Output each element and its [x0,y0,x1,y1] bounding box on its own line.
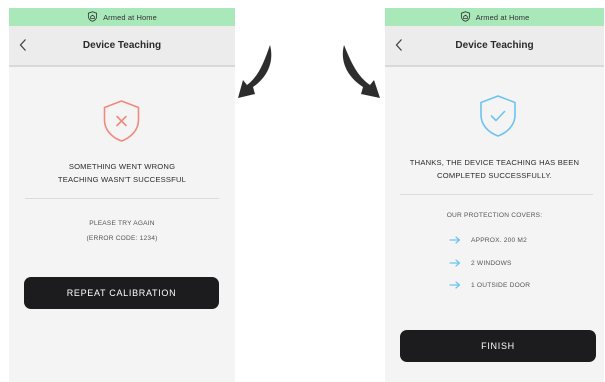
status-bar: Armed at Home [385,8,604,26]
coverage-item-label: APPROX. 200 M2 [471,236,527,244]
repeat-calibration-button[interactable]: REPEAT CALIBRATION [24,277,219,309]
finish-button[interactable]: FINISH [400,330,596,362]
header: Device Teaching [385,26,604,67]
coverage-title: OUR PROTECTION COVERS: [446,212,543,219]
arrow-right-icon [449,281,461,289]
error-message-line1: SOMETHING WENT WRONG [68,162,176,171]
curved-arrow-down-right-icon [338,42,384,102]
divider [400,194,593,195]
coverage-item-label: 1 OUTSIDE DOOR [471,281,531,289]
status-text: Armed at Home [103,12,157,22]
coverage-item: APPROX. 200 M2 [449,235,527,245]
header: Device Teaching [9,26,235,67]
chevron-left-icon[interactable] [394,38,404,52]
home-shield-icon [87,10,103,24]
home-shield-icon [460,10,476,24]
page-title: Device Teaching [455,40,534,51]
error-message-line2: TEACHING WASN'T SUCCESSFUL [57,175,187,184]
status-bar: Armed at Home [9,8,235,26]
arrow-right-icon [449,259,461,267]
divider [25,198,219,199]
coverage-item: 1 OUTSIDE DOOR [449,280,530,290]
retry-text: PLEASE TRY AGAIN [89,220,155,227]
arrow-right-icon [449,236,461,244]
coverage-item: 2 WINDOWS [449,258,512,268]
success-message-line2: COMPLETED SUCCESSFULLY. [437,171,552,180]
curved-arrow-down-left-icon [236,42,278,102]
shield-check-icon [478,94,518,138]
chevron-left-icon[interactable] [18,38,28,52]
success-message-line1: THANKS, THE DEVICE TEACHING HAS BEEN [409,158,580,167]
status-text: Armed at Home [475,12,530,22]
success-screen: Armed at Home Device Teaching THANKS, TH… [385,8,604,382]
error-screen: Armed at Home Device Teaching SOMETHING … [9,8,235,382]
error-code: (ERROR CODE: 1234) [86,235,158,242]
shield-x-icon [101,99,142,143]
page-title: Device Teaching [82,40,162,51]
coverage-item-label: 2 WINDOWS [471,259,512,267]
